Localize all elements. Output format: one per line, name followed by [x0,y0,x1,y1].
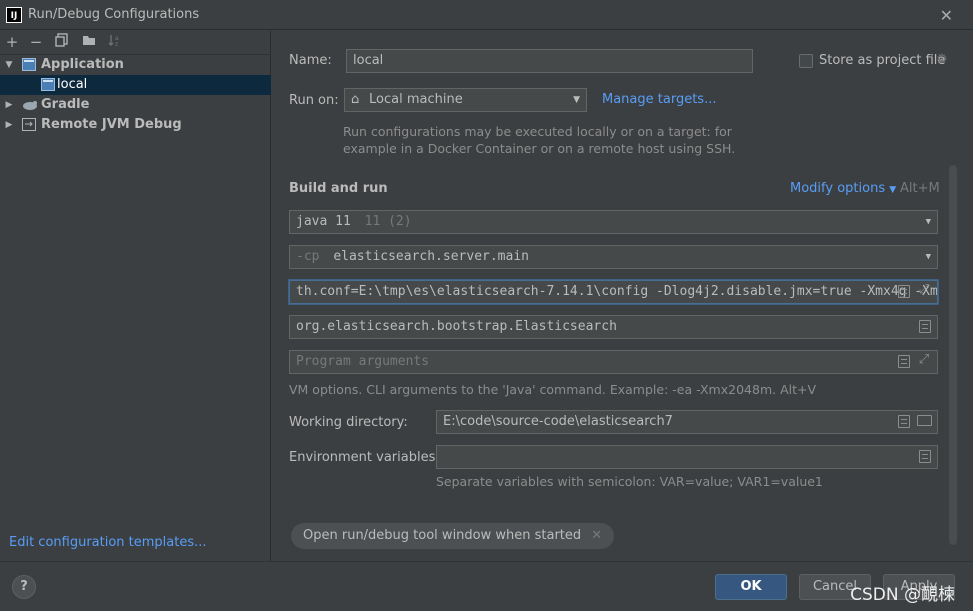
scrollbar[interactable] [949,165,957,545]
chevron-right-icon[interactable]: ▶ [3,115,15,135]
jdk-combo[interactable]: java 11 11 (2) ▼ [289,210,938,234]
expand-icon[interactable]: ⤢ [917,283,931,297]
svg-text:z: z [115,41,118,47]
store-as-project-file-checkbox[interactable] [799,54,813,68]
folder-icon[interactable] [917,415,932,426]
run-config-icon [41,78,55,91]
classpath-combo[interactable]: -cp elasticsearch.server.main ▼ [289,245,938,269]
document-icon[interactable] [919,320,931,333]
document-icon[interactable] [898,285,910,298]
run-on-hint-line-2: example in a Docker Container or on a re… [343,141,736,156]
expand-icon[interactable]: ⤢ [917,353,931,367]
modify-options-shortcut: Alt+M [900,181,940,196]
watermark: CSDN @靦楝 [850,585,955,605]
close-icon[interactable]: ✕ [940,6,953,25]
remote-debug-icon [22,118,36,131]
tree-item-label: Application [41,57,124,72]
run-on-value: Local machine [369,92,463,107]
main-class-value: org.elasticsearch.bootstrap.Elasticsearc… [296,319,617,334]
name-input[interactable]: local [346,49,753,73]
vm-options-value: th.conf=E:\tmp\es\elasticsearch-7.14.1\c… [296,284,938,299]
modify-options-label: Modify options [790,181,886,196]
add-icon[interactable]: + [3,33,21,51]
tree-item-application[interactable]: ▼ Application [0,55,271,75]
working-directory-label: Working directory: [289,415,408,430]
vm-options-hint: VM options. CLI arguments to the 'Java' … [289,382,817,397]
program-arguments-placeholder: Program arguments [296,354,430,369]
application-icon [22,58,36,71]
environment-variables-input[interactable] [436,445,938,469]
chevron-down-icon: ▼ [889,185,897,195]
edit-templates-link[interactable]: Edit configuration templates... [9,535,207,550]
chevron-down-icon: ▼ [925,217,931,227]
tree-item-label: local [57,77,88,92]
sort-icon[interactable]: az [106,33,124,51]
chevron-right-icon[interactable]: ▶ [3,95,15,115]
tree-item-label: Remote JVM Debug [41,117,182,132]
run-on-label: Run on: [289,93,339,108]
document-icon[interactable] [898,415,910,428]
tree-item-label: Gradle [41,97,90,112]
document-icon[interactable] [898,355,910,368]
build-and-run-title: Build and run [289,181,388,196]
open-tool-window-label: Open run/debug tool window when started [303,528,582,543]
close-icon[interactable]: ✕ [591,528,602,543]
ok-button[interactable]: OK [715,574,787,600]
chevron-down-icon[interactable]: ▼ [3,55,15,75]
intellij-icon: IJ [6,7,22,23]
config-tree-panel: + − az ▼ Application local ▶ Gradle ▶ Re… [0,31,271,561]
program-arguments-input[interactable]: Program arguments [289,350,938,374]
config-form: Name: local Store as project file ⚙ Run … [272,31,973,561]
vm-options-input[interactable]: th.conf=E:\tmp\es\elasticsearch-7.14.1\c… [289,280,938,304]
config-tree: ▼ Application local ▶ Gradle ▶ Remote JV… [0,55,271,135]
chevron-down-icon: ▼ [573,95,580,105]
working-directory-input[interactable]: E:\code\source-code\elasticsearch7 [436,410,938,434]
remove-icon[interactable]: − [27,33,45,51]
tree-toolbar: + − az [0,31,271,55]
store-as-project-file-label: Store as project file [819,53,946,68]
main-class-input[interactable]: org.elasticsearch.bootstrap.Elasticsearc… [289,315,938,339]
copy-icon[interactable] [53,33,71,51]
modify-options-link[interactable]: Modify options ▼ [790,181,896,196]
chevron-down-icon: ▼ [925,252,931,262]
manage-targets-link[interactable]: Manage targets... [602,92,716,107]
tree-item-remote-jvm-debug[interactable]: ▶ Remote JVM Debug [0,115,271,135]
open-tool-window-tag[interactable]: Open run/debug tool window when started … [291,523,615,549]
run-on-hint-line-1: Run configurations may be executed local… [343,124,732,139]
home-icon: ⌂ [351,92,360,107]
new-folder-icon[interactable] [80,33,98,51]
window-title: Run/Debug Configurations [28,7,200,22]
dialog-button-bar: ? OK Cancel Apply CSDN @靦楝 [0,561,973,611]
title-bar: IJ Run/Debug Configurations ✕ [0,0,973,30]
environment-variables-label: Environment variables: [289,450,440,465]
gradle-icon [22,98,37,111]
tree-item-local[interactable]: local [0,75,271,95]
run-on-combo[interactable]: ⌂ Local machine ▼ [344,88,587,112]
jdk-value: java 11 [296,214,351,229]
environment-variables-hint: Separate variables with semicolon: VAR=v… [436,474,823,489]
name-label: Name: [289,53,332,68]
gear-icon[interactable]: ⚙ [936,52,948,67]
document-icon[interactable] [919,450,931,463]
classpath-value: elasticsearch.server.main [333,249,529,264]
tree-item-gradle[interactable]: ▶ Gradle [0,95,271,115]
working-directory-value: E:\code\source-code\elasticsearch7 [443,414,673,429]
jdk-version: 11 (2) [364,214,412,229]
help-button[interactable]: ? [12,575,36,599]
cp-prefix: -cp [296,249,320,264]
